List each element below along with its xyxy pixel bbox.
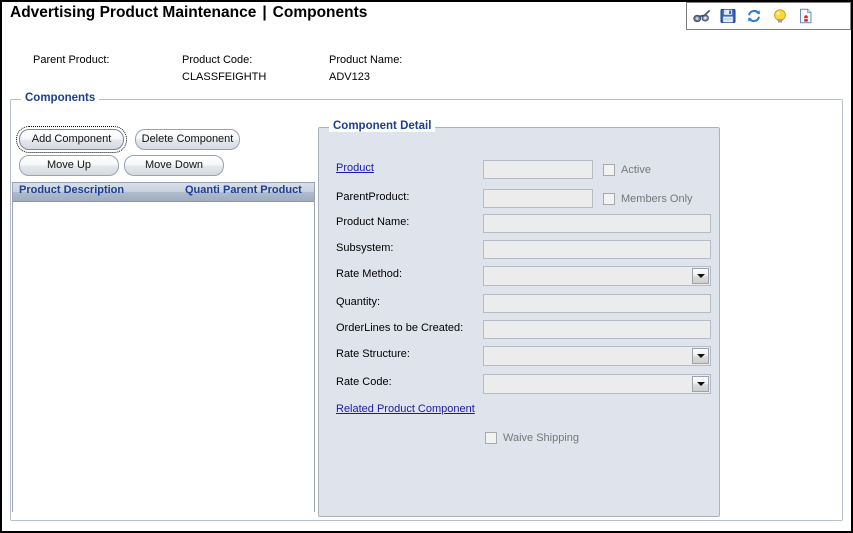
lightbulb-icon[interactable] — [770, 6, 790, 26]
move-down-button[interactable]: Move Down — [124, 155, 224, 176]
column-header-parent-product[interactable]: Parent Product — [223, 184, 302, 196]
components-grid[interactable]: Product Description Quanti Parent Produc… — [12, 182, 315, 512]
orderlines-field-label: OrderLines to be Created: — [336, 322, 464, 334]
product-info-strip: Parent Product: Product Code: CLASSFEIGH… — [2, 50, 851, 90]
related-product-component-link[interactable]: Related Product Component — [336, 403, 475, 415]
rate-method-field-label: Rate Method: — [336, 268, 403, 280]
product-code-label: Product Code: — [182, 54, 253, 66]
field-row-product-name: Product Name: — [319, 214, 719, 236]
product-name-input[interactable] — [483, 214, 711, 233]
column-header-product-description[interactable]: Product Description — [19, 184, 124, 196]
parent-product-label: Parent Product: — [33, 54, 110, 66]
page-title-sub: Components — [272, 4, 368, 21]
members-only-checkbox-label: Members Only — [621, 193, 693, 205]
save-icon[interactable] — [718, 6, 738, 26]
members-only-checkbox[interactable] — [603, 193, 615, 205]
quantity-input[interactable] — [483, 294, 711, 313]
parent-product-field-label: ParentProduct: — [336, 191, 410, 203]
rate-code-select[interactable] — [483, 374, 711, 394]
rate-structure-field-label: Rate Structure: — [336, 348, 410, 360]
field-row-rate-structure: Rate Structure: — [319, 346, 719, 368]
product-link[interactable]: Product — [336, 162, 374, 174]
components-groupbox-legend: Components — [21, 92, 100, 104]
field-row-rate-method: Rate Method: — [319, 266, 719, 288]
page-title: Advertising Product Maintenance | Componen… — [10, 4, 367, 22]
waive-shipping-checkbox-row[interactable]: Waive Shipping — [485, 432, 579, 444]
chevron-down-icon[interactable] — [692, 376, 709, 392]
members-only-checkbox-row[interactable]: Members Only — [603, 193, 693, 205]
refresh-icon[interactable] — [744, 6, 764, 26]
report-icon[interactable] — [796, 6, 816, 26]
field-row-orderlines: OrderLines to be Created: — [319, 320, 719, 342]
active-checkbox-label: Active — [621, 164, 651, 176]
active-checkbox-row[interactable]: Active — [603, 164, 651, 176]
product-code-value: CLASSFEIGHTH — [182, 71, 267, 83]
add-component-button[interactable]: Add Component — [16, 126, 127, 153]
product-name-label: Product Name: — [329, 54, 403, 66]
field-row-quantity: Quantity: — [319, 294, 719, 316]
rate-code-field-label: Rate Code: — [336, 376, 392, 388]
product-name-field-label: Product Name: — [336, 216, 410, 228]
rate-method-select[interactable] — [483, 266, 711, 286]
product-code-info: Product Code: CLASSFEIGHTH — [182, 54, 266, 83]
field-row-subsystem: Subsystem: — [319, 240, 719, 262]
binoculars-icon[interactable] — [692, 6, 712, 26]
components-grid-body[interactable] — [13, 202, 314, 512]
toolbar — [686, 2, 851, 30]
field-row-rate-code: Rate Code: — [319, 374, 719, 396]
components-grid-header: Product Description Quanti Parent Produc… — [13, 183, 314, 202]
orderlines-input[interactable] — [483, 320, 711, 339]
waive-shipping-checkbox-label: Waive Shipping — [503, 432, 580, 444]
subsystem-input[interactable] — [483, 240, 711, 259]
parent-product-input[interactable] — [483, 189, 593, 208]
page-title-main: Advertising Product Maintenance — [10, 4, 257, 21]
chevron-down-icon[interactable] — [692, 348, 709, 364]
product-name-info: Product Name: ADV123 — [329, 54, 402, 83]
delete-component-button[interactable]: Delete Component — [135, 129, 240, 150]
column-header-quantity[interactable]: Quanti — [185, 184, 220, 196]
page-title-separator: | — [262, 4, 267, 21]
rate-structure-select[interactable] — [483, 346, 711, 366]
quantity-field-label: Quantity: — [336, 296, 381, 308]
move-up-button[interactable]: Move Up — [19, 155, 119, 176]
component-detail-legend: Component Detail — [329, 120, 436, 132]
component-detail-groupbox: Component Detail Product Active ParentPr… — [318, 120, 720, 517]
field-row-parent-product: ParentProduct: Members Only — [319, 189, 719, 211]
product-name-value: ADV123 — [329, 71, 370, 83]
active-checkbox[interactable] — [603, 164, 615, 176]
waive-shipping-checkbox[interactable] — [485, 432, 497, 444]
parent-product-info: Parent Product: — [33, 54, 109, 71]
chevron-down-icon[interactable] — [692, 268, 709, 284]
field-row-product: Product Active — [319, 160, 719, 182]
application-window: Advertising Product Maintenance | Componen… — [0, 0, 853, 533]
subsystem-field-label: Subsystem: — [336, 242, 394, 254]
product-input[interactable] — [483, 160, 593, 179]
